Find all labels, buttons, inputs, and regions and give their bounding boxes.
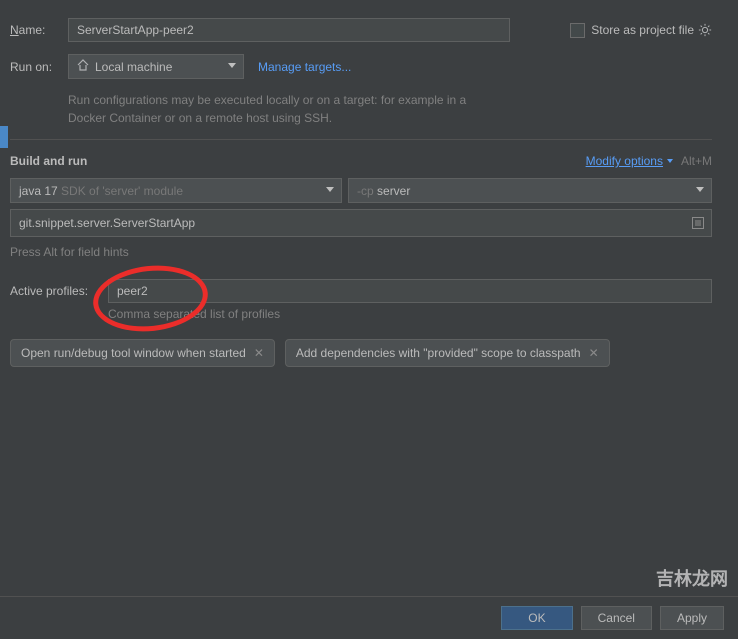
- build-run-title: Build and run: [10, 154, 87, 168]
- modify-shortcut: Alt+M: [681, 154, 712, 168]
- cancel-button[interactable]: Cancel: [581, 606, 652, 630]
- list-icon[interactable]: [691, 216, 705, 230]
- apply-button[interactable]: Apply: [660, 606, 724, 630]
- store-checkbox[interactable]: [570, 23, 585, 38]
- selection-marker: [0, 126, 8, 148]
- modify-options-link[interactable]: Modify options: [586, 154, 673, 168]
- jre-value: java 17 SDK of 'server' module: [19, 184, 183, 198]
- classpath-combo[interactable]: -cp server: [348, 178, 712, 203]
- run-target-combo[interactable]: Local machine: [68, 54, 244, 79]
- chevron-down-icon: [667, 159, 673, 163]
- name-input[interactable]: [68, 18, 510, 42]
- main-class-field[interactable]: git.snippet.server.ServerStartApp: [10, 209, 712, 237]
- home-icon: [77, 59, 89, 74]
- active-profiles-input[interactable]: [108, 279, 712, 303]
- close-icon[interactable]: ✕: [254, 346, 264, 360]
- chip-label: Open run/debug tool window when started: [21, 346, 246, 360]
- run-target-value: Local machine: [95, 60, 172, 74]
- chip-provided-scope[interactable]: Add dependencies with "provided" scope t…: [285, 339, 610, 367]
- section-divider: [10, 139, 712, 140]
- classpath-value: -cp server: [357, 184, 410, 198]
- chip-open-tool-window[interactable]: Open run/debug tool window when started …: [10, 339, 275, 367]
- watermark: 吉林龙网: [656, 565, 728, 591]
- dialog-footer: OK Cancel Apply: [0, 596, 738, 639]
- run-on-label: Run on:: [10, 60, 68, 74]
- chevron-down-icon: [326, 187, 334, 192]
- name-label: Name:: [10, 23, 68, 37]
- chevron-down-icon: [696, 187, 704, 192]
- gear-icon[interactable]: [698, 23, 712, 37]
- store-label: Store as project file: [591, 23, 694, 37]
- active-profiles-label: Active profiles:: [10, 284, 108, 298]
- alt-hint: Press Alt for field hints: [10, 243, 712, 261]
- ok-button[interactable]: OK: [501, 606, 572, 630]
- manage-targets-link[interactable]: Manage targets...: [258, 60, 351, 74]
- close-icon[interactable]: ✕: [589, 346, 599, 360]
- chip-label: Add dependencies with "provided" scope t…: [296, 346, 581, 360]
- run-on-hint: Run configurations may be executed local…: [68, 91, 498, 127]
- main-class-value: git.snippet.server.ServerStartApp: [19, 216, 195, 230]
- chevron-down-icon: [228, 63, 236, 68]
- jre-combo[interactable]: java 17 SDK of 'server' module: [10, 178, 342, 203]
- profiles-hint: Comma separated list of profiles: [108, 307, 712, 321]
